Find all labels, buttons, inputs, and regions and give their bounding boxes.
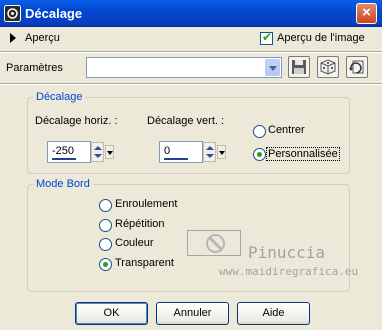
radio-repetition[interactable] — [99, 219, 112, 232]
decalage-dialog: Décalage × Aperçu ✔ Aperçu de l'image Pa… — [0, 0, 382, 330]
checkmark-icon: ✔ — [262, 30, 273, 44]
radio-repetition-label[interactable]: Répétition — [115, 218, 165, 230]
reset-button[interactable] — [346, 56, 368, 78]
reset-icon — [349, 60, 364, 74]
horiz-offset-input[interactable]: -250 — [47, 141, 91, 163]
vert-spin-arrows[interactable] — [203, 142, 216, 162]
horiz-spin-arrows[interactable] — [91, 142, 104, 162]
radio-personnalisee[interactable] — [253, 148, 266, 161]
divider — [0, 83, 382, 85]
image-preview-label[interactable]: Aperçu de l'image — [277, 32, 365, 44]
help-button[interactable]: Aide — [237, 302, 310, 325]
dice-icon — [320, 59, 336, 75]
vert-offset-input[interactable]: 0 — [159, 141, 203, 163]
focus-underline — [164, 158, 188, 160]
vert-offset-label: Décalage vert. : — [147, 115, 225, 127]
color-swatch[interactable] — [187, 230, 241, 256]
horiz-dropdown-icon[interactable] — [105, 145, 114, 159]
radio-transparent-label[interactable]: Transparent — [115, 257, 174, 269]
window-title: Décalage — [25, 6, 83, 21]
radio-transparent[interactable] — [99, 258, 112, 271]
no-color-icon — [206, 234, 225, 253]
preview-bar: Aperçu ✔ Aperçu de l'image — [0, 27, 382, 51]
radio-couleur-label[interactable]: Couleur — [115, 237, 154, 249]
vert-dropdown-icon[interactable] — [217, 145, 226, 159]
chevron-down-icon[interactable] — [265, 59, 280, 76]
image-preview-checkbox[interactable]: ✔ — [260, 30, 273, 45]
radio-centrer[interactable] — [253, 125, 266, 138]
save-preset-button[interactable] — [288, 56, 310, 78]
edge-mode-legend: Mode Bord — [33, 178, 93, 190]
horiz-offset-spinner[interactable]: -250 — [47, 141, 115, 163]
spin-up-icon[interactable] — [94, 146, 102, 150]
radio-enroulement-label[interactable]: Enroulement — [115, 198, 177, 210]
watermark-url: www.maidiregrafica.eu — [219, 265, 359, 278]
watermark-name: Pinuccia — [248, 243, 326, 262]
close-button[interactable]: × — [356, 3, 377, 24]
spin-down-icon[interactable] — [94, 154, 102, 158]
horiz-offset-label: Décalage horiz. : — [35, 115, 118, 127]
offset-group-legend: Décalage — [33, 91, 86, 103]
radio-couleur[interactable] — [99, 238, 112, 251]
focus-underline — [52, 158, 76, 160]
divider — [0, 51, 382, 53]
spin-down-icon[interactable] — [206, 154, 214, 158]
floppy-disk-icon — [292, 60, 306, 74]
randomize-button[interactable] — [317, 56, 339, 78]
preview-toggle-label[interactable]: Aperçu — [25, 32, 60, 44]
title-bar[interactable]: Décalage × — [0, 0, 382, 27]
radio-personnalisee-label[interactable]: Personnalisée — [266, 147, 340, 161]
cancel-button[interactable]: Annuler — [156, 302, 229, 325]
radio-centrer-label[interactable]: Centrer — [268, 124, 305, 136]
horiz-offset-value: -250 — [52, 145, 75, 157]
close-icon: × — [362, 4, 371, 21]
ok-button[interactable]: OK — [75, 302, 148, 325]
vert-offset-spinner[interactable]: 0 — [159, 141, 227, 163]
app-icon — [4, 5, 21, 22]
radio-enroulement[interactable] — [99, 199, 112, 212]
spin-up-icon[interactable] — [206, 146, 214, 150]
params-label: Paramètres — [6, 62, 63, 74]
preset-combo[interactable] — [86, 57, 282, 78]
vert-offset-value: 0 — [164, 145, 171, 157]
expand-arrow-icon[interactable] — [10, 33, 16, 43]
